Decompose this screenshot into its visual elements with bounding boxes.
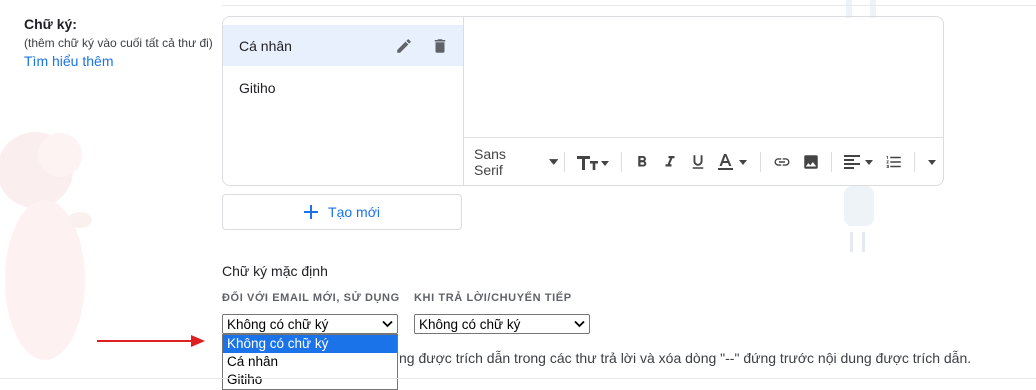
learn-more-link[interactable]: Tìm hiểu thêm	[24, 53, 214, 69]
toolbar-divider	[621, 151, 623, 172]
chevron-down-icon	[548, 158, 559, 165]
reply-signature-select[interactable]: Không có chữ ký	[414, 314, 590, 334]
plus-icon	[304, 205, 319, 219]
font-family-label: Sans Serif	[474, 145, 506, 178]
signature-dropdown-list: Không có chữ ký Cá nhân Gitiho	[222, 334, 398, 390]
dropdown-option[interactable]: Gitiho	[223, 371, 397, 389]
dropdown-option[interactable]: Cá nhân	[223, 353, 397, 371]
pencil-icon[interactable]	[395, 37, 413, 55]
section-hint: (thêm chữ ký vào cuối tất cả thư đi)	[24, 36, 213, 50]
chevron-down-icon	[382, 320, 393, 328]
signature-item-gitiho[interactable]: Gitiho	[223, 68, 463, 108]
signature-item-ca-nhan[interactable]: Cá nhân	[223, 25, 463, 66]
default-signature-title: Chữ ký mặc định	[222, 263, 328, 279]
numbered-list-icon[interactable]	[880, 150, 908, 174]
select-value: Không có chữ ký	[227, 316, 329, 332]
signature-section-label: Chữ ký: (thêm chữ ký vào cuối tất cả thư…	[24, 16, 214, 69]
toolbar-divider	[760, 151, 762, 172]
create-signature-button[interactable]: Tạo mới	[222, 194, 462, 230]
image-icon[interactable]	[797, 150, 825, 174]
signature-list: Cá nhân Gitiho	[223, 17, 464, 185]
signature-editor[interactable]	[464, 17, 943, 137]
toolbar-divider	[831, 151, 833, 172]
more-options-icon[interactable]	[921, 150, 943, 174]
quoted-text-note: ng được trích dẫn trong các thư trả lời …	[399, 350, 972, 366]
reply-forward-label: KHI TRẢ LỜI/CHUYỂN TIẾP	[414, 292, 572, 304]
annotation-arrow-icon	[97, 335, 205, 347]
new-email-signature-select[interactable]: Không có chữ ký	[222, 314, 398, 334]
underline-icon[interactable]	[684, 150, 712, 174]
top-divider	[222, 5, 1036, 6]
section-title: Chữ ký:	[24, 16, 77, 32]
format-toolbar: Sans Serif	[464, 137, 943, 185]
signature-item-label: Gitiho	[239, 80, 276, 96]
toolbar-divider	[914, 151, 916, 172]
font-family-select[interactable]: Sans Serif	[474, 145, 559, 178]
bottom-divider	[0, 378, 1036, 379]
select-value: Không có chữ ký	[419, 316, 521, 332]
link-icon[interactable]	[767, 150, 797, 174]
toolbar-divider	[564, 151, 566, 172]
text-color-icon[interactable]	[712, 150, 754, 174]
trash-icon[interactable]	[431, 37, 449, 55]
dropdown-option[interactable]: Không có chữ ký	[223, 335, 397, 353]
bold-icon[interactable]	[628, 150, 656, 174]
chevron-down-icon	[574, 320, 585, 328]
signature-item-label: Cá nhân	[239, 37, 292, 54]
signature-panel: Cá nhân Gitiho Sans Serif	[222, 16, 944, 186]
background-illustration-left	[0, 132, 92, 360]
font-size-icon[interactable]	[571, 150, 615, 174]
create-signature-label: Tạo mới	[328, 204, 380, 220]
align-icon[interactable]	[838, 150, 880, 174]
new-email-label: ĐỐI VỚI EMAIL MỚI, SỬ DỤNG	[222, 292, 400, 304]
italic-icon[interactable]	[656, 150, 684, 174]
